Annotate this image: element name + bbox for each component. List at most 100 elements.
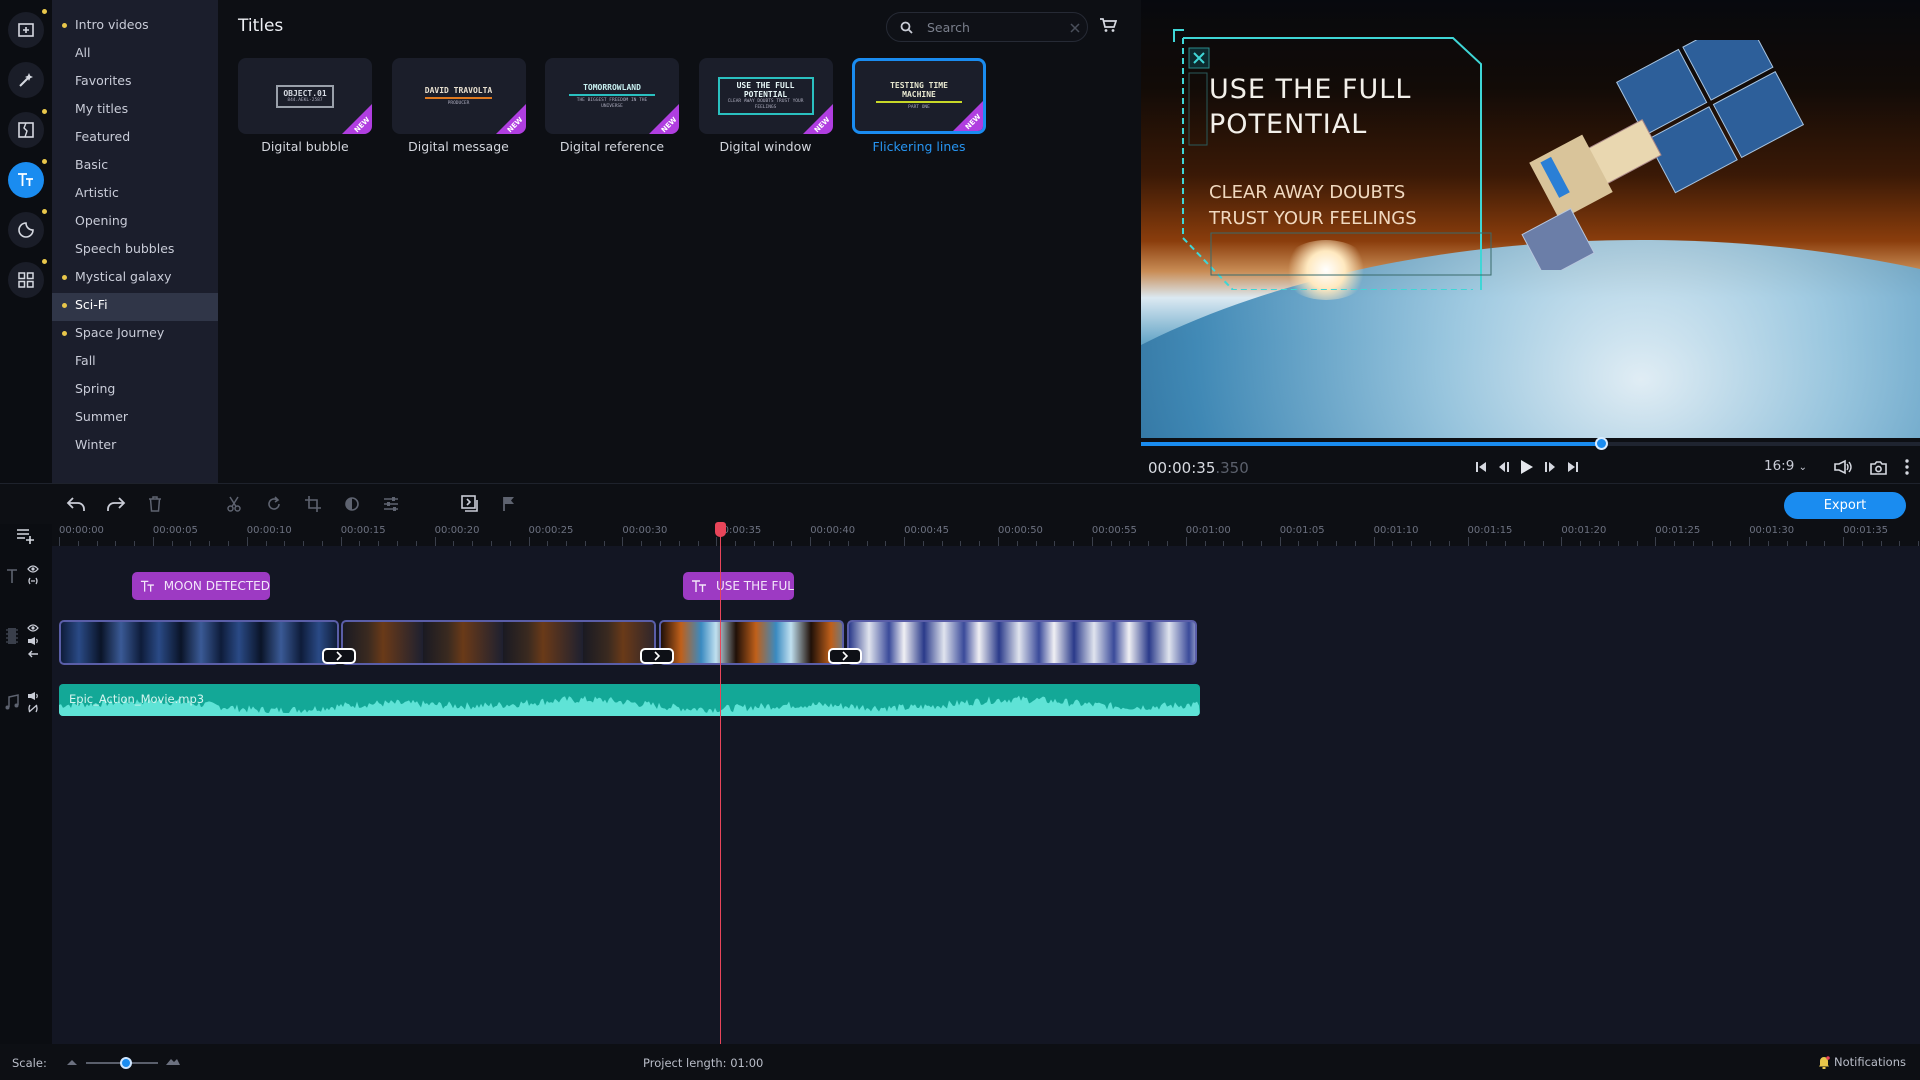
eye-icon[interactable] xyxy=(27,565,39,573)
title-card[interactable]: USE THE FULL POTENTIAL CLEAR AWAY DOUBTS … xyxy=(698,58,833,134)
category-item[interactable]: Space Journey xyxy=(52,321,218,349)
category-item[interactable]: Intro videos xyxy=(52,13,218,41)
title-clip[interactable]: USE THE FUL xyxy=(683,572,794,600)
go-to-end-button[interactable] xyxy=(1563,457,1583,477)
titles-button[interactable] xyxy=(8,159,47,198)
redo-button[interactable] xyxy=(104,492,128,516)
title-clip[interactable]: MOON DETECTED xyxy=(132,572,270,600)
category-item[interactable]: Summer xyxy=(52,405,218,433)
store-cart-icon[interactable] xyxy=(1099,17,1117,33)
thumbnail-main-text: USE THE FULL POTENTIAL xyxy=(736,81,795,99)
ruler-tick xyxy=(810,537,812,546)
category-item[interactable]: My titles xyxy=(52,97,218,125)
category-item[interactable]: Basic xyxy=(52,153,218,181)
category-item[interactable]: Opening xyxy=(52,209,218,237)
search-box[interactable] xyxy=(886,12,1088,42)
video-clip-scientists[interactable] xyxy=(847,620,1197,665)
color-adjust-button[interactable] xyxy=(340,492,364,516)
more-tools-button[interactable] xyxy=(8,259,47,298)
transition-marker[interactable] xyxy=(322,648,356,664)
new-indicator-dot xyxy=(62,23,67,28)
transitions-button[interactable] xyxy=(8,109,47,148)
video-clip-moon-landing[interactable] xyxy=(59,620,339,665)
zoom-out-icon[interactable] xyxy=(67,1059,77,1065)
category-item[interactable]: Spring xyxy=(52,377,218,405)
volume-button[interactable] xyxy=(1833,457,1853,477)
title-card-label[interactable]: Digital message xyxy=(392,139,526,154)
transition-marker[interactable] xyxy=(828,648,862,664)
speaker-icon[interactable] xyxy=(27,636,39,646)
speaker-icon[interactable] xyxy=(27,691,39,701)
scale-label: Scale: xyxy=(12,1056,47,1070)
add-track-icon[interactable] xyxy=(16,528,36,544)
stickers-button[interactable] xyxy=(8,209,47,248)
audio-clip[interactable]: Epic_Action_Movie.mp3 xyxy=(59,684,1200,716)
transition-icon xyxy=(842,651,849,661)
playhead-handle[interactable] xyxy=(715,522,726,537)
video-clip-satellite[interactable] xyxy=(659,620,844,665)
more-options-button[interactable] xyxy=(1897,457,1917,477)
scrubber-handle[interactable] xyxy=(1594,437,1608,450)
thumbnail-sub-text: PART ONE xyxy=(908,105,930,110)
go-to-start-button[interactable] xyxy=(1471,457,1491,477)
split-button[interactable] xyxy=(222,492,246,516)
search-input[interactable] xyxy=(927,18,1057,36)
category-item[interactable]: Artistic xyxy=(52,181,218,209)
snapshot-button[interactable] xyxy=(1868,457,1888,477)
aspect-ratio-dropdown[interactable]: 16:9 ⌄ xyxy=(1764,458,1807,474)
detach-audio-icon[interactable] xyxy=(27,650,39,658)
overlay-button[interactable] xyxy=(458,492,482,516)
title-card-label[interactable]: Flickering lines xyxy=(852,139,986,154)
title-card-label[interactable]: Digital bubble xyxy=(238,139,372,154)
preview-scrubber[interactable] xyxy=(1141,437,1920,450)
marker-button[interactable] xyxy=(497,492,521,516)
category-item[interactable]: Sci-Fi xyxy=(52,293,218,321)
timeline-ruler[interactable]: 00:00:00 00:00:05 00:00:10 00:00:15 00:00:20… xyxy=(52,524,1920,546)
delete-button[interactable] xyxy=(143,492,167,516)
next-frame-button[interactable] xyxy=(1540,457,1560,477)
crop-button[interactable] xyxy=(301,492,325,516)
contrast-icon xyxy=(345,497,359,511)
filters-button[interactable] xyxy=(8,62,44,98)
video-preview[interactable]: USE THE FULL POTENTIAL CLEAR AWAY DOUBTS T… xyxy=(1141,0,1920,438)
new-indicator-dot xyxy=(42,159,47,164)
unlink-icon[interactable] xyxy=(27,704,39,713)
clear-search-icon[interactable] xyxy=(1070,23,1080,33)
link-icon[interactable] xyxy=(27,577,39,585)
previous-frame-button[interactable] xyxy=(1494,457,1514,477)
ruler-tick-label: 00:01:05 xyxy=(1279,525,1325,536)
magic-wand-icon xyxy=(19,73,33,87)
thumbnail-main-text: TESTING TIME MACHINE xyxy=(890,81,948,99)
title-card-label[interactable]: Digital reference xyxy=(545,139,679,154)
thumbnail-sub-text: PRODUCER xyxy=(447,100,470,106)
category-item[interactable]: Fall xyxy=(52,349,218,377)
play-button[interactable] xyxy=(1517,457,1537,477)
transition-marker[interactable] xyxy=(640,648,674,664)
eye-icon[interactable] xyxy=(27,624,39,632)
scale-slider-handle[interactable] xyxy=(119,1057,132,1069)
category-item[interactable]: All xyxy=(52,41,218,69)
export-button[interactable]: Export xyxy=(1784,492,1906,519)
title-clip-label: MOON DETECTED xyxy=(163,579,270,593)
undo-button[interactable] xyxy=(64,492,88,516)
zoom-in-icon[interactable] xyxy=(166,1057,180,1065)
bell-icon xyxy=(1819,1055,1830,1069)
timeline-scale-slider[interactable] xyxy=(86,1057,158,1069)
rotate-button[interactable] xyxy=(262,492,286,516)
category-item[interactable]: Featured xyxy=(52,125,218,153)
ruler-tick-label: 00:01:15 xyxy=(1467,525,1513,536)
category-item[interactable]: Favorites xyxy=(52,69,218,97)
title-card-label[interactable]: Digital window xyxy=(699,139,833,154)
category-item[interactable]: Mystical galaxy xyxy=(52,265,218,293)
title-card[interactable]: DAVID TRAVOLTA PRODUCER NEW xyxy=(391,58,526,134)
category-item[interactable]: Winter xyxy=(52,433,218,461)
notifications-button[interactable]: Notifications xyxy=(1818,1055,1906,1069)
title-card[interactable]: TOMORROWLAND THE BIGGEST FREEDOM IN THE U… xyxy=(545,58,679,134)
clip-properties-button[interactable] xyxy=(379,492,403,516)
title-card[interactable]: TESTING TIME MACHINE PART ONE NEW xyxy=(852,58,986,134)
title-card[interactable]: OBJECT.01 844.AEKL-2587 NEW xyxy=(238,58,372,134)
import-button[interactable] xyxy=(8,9,47,48)
ruler-tick-label: 00:00:15 xyxy=(340,525,386,536)
category-item[interactable]: Speech bubbles xyxy=(52,237,218,265)
video-clip-planets[interactable] xyxy=(341,620,656,665)
